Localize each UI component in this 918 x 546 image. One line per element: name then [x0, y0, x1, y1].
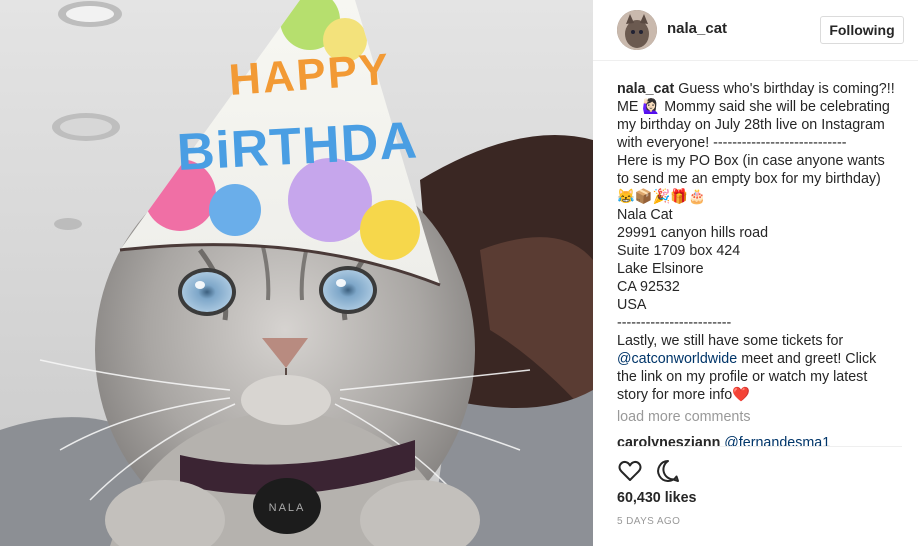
caption-line: 29991 canyon hills road	[617, 225, 769, 241]
post-side-panel: nala_cat Following nala_cat Guess who's …	[593, 0, 918, 546]
divider	[617, 446, 902, 447]
caption-line: Nala Cat	[617, 207, 673, 223]
mention-link[interactable]: @catconworldwide	[617, 351, 737, 367]
caption-line: Lastly, we still have some tickets for	[617, 333, 844, 349]
comment-row: carolynesziann @fernandesma1	[617, 434, 907, 446]
caption-line: ------------------------	[617, 315, 732, 331]
cat-photo-image: NALA HAPPY BiRTHDA	[0, 0, 593, 546]
comment-mention[interactable]: @fernandesma1	[724, 435, 830, 446]
caption-line: Lake Elsinore	[617, 261, 704, 277]
caption: nala_cat Guess who's birthday is coming?…	[617, 80, 907, 404]
caption-line: Suite 1709 box 424	[617, 243, 741, 259]
comment-username[interactable]: carolynesziann	[617, 435, 720, 446]
caption-line: with everyone! -------------------------…	[617, 135, 847, 151]
caption-line: USA	[617, 297, 647, 313]
caption-line: Here is my PO Box (in case anyone wants	[617, 153, 885, 169]
following-button[interactable]: Following	[820, 16, 904, 44]
post-timestamp[interactable]: 5 DAYS AGO	[617, 516, 680, 527]
post-header: nala_cat Following	[593, 0, 918, 61]
caption-line: my birthday on July 28th live on Instagr…	[617, 117, 885, 133]
avatar[interactable]	[617, 10, 657, 50]
caption-line: to send me an empty box for my birthday)	[617, 171, 881, 187]
load-more-comments-link[interactable]: load more comments	[617, 408, 907, 426]
caption-line: meet and greet! Click	[737, 351, 877, 367]
caption-line: ME 🙋🏻‍♀️ Mommy said she will be celebrat…	[617, 99, 890, 115]
caption-line: Guess who's birthday is coming?!!	[678, 81, 895, 97]
caption-line: the link on my profile or watch my lates…	[617, 369, 868, 385]
header-username[interactable]: nala_cat	[667, 20, 727, 37]
comment-icon[interactable]	[655, 458, 681, 484]
heart-icon[interactable]	[617, 458, 643, 484]
caption-line: story for more info❤️	[617, 387, 751, 403]
comments-list[interactable]: nala_cat Guess who's birthday is coming?…	[617, 80, 907, 446]
caption-emoji-line: 😹📦🎉🎁🎂	[617, 189, 707, 205]
caption-line: CA 92532	[617, 279, 680, 295]
caption-username[interactable]: nala_cat	[617, 81, 674, 97]
post-photo[interactable]: NALA HAPPY BiRTHDA	[0, 0, 593, 546]
likes-count[interactable]: 60,430 likes	[617, 490, 697, 506]
tag-text: NALA	[269, 502, 306, 514]
